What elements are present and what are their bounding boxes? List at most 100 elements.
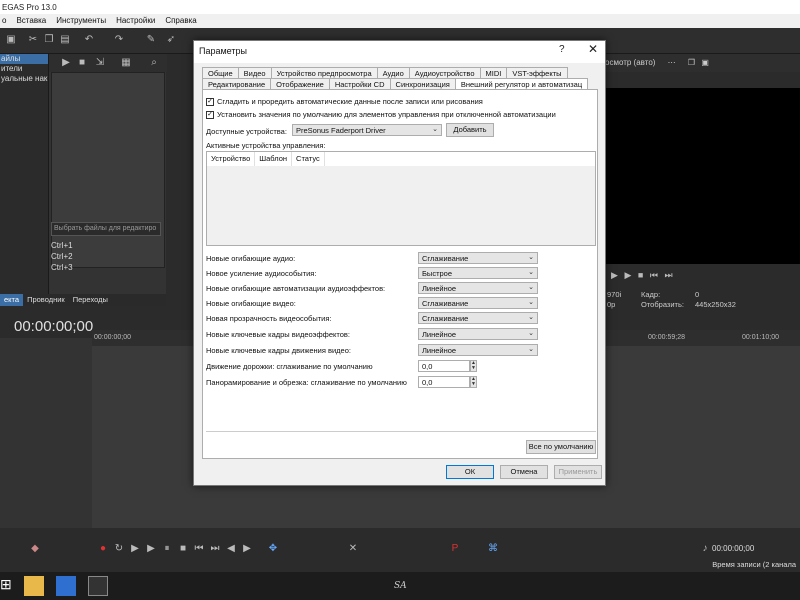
smooth-thin-checkbox[interactable]: ✓ Сгладить и проредить автоматические да… [206,97,483,106]
record-timecode: 00:00:00;00 [712,544,755,553]
menu-file[interactable]: о [2,16,6,28]
setting-select-video-envelopes[interactable]: Сглаживание ⌄ [418,297,538,309]
undo-icon[interactable]: ↶ [82,33,96,47]
track-headers [0,338,92,528]
spinner-arrows-icon[interactable]: ▲ ▼ [470,360,477,372]
delete-icon[interactable]: ✕ [346,542,360,556]
tab-project-media[interactable]: екта [0,294,24,306]
track-motion-smoothing-input[interactable]: 0,0 [418,360,470,372]
copy-icon[interactable]: ❐ [42,33,56,47]
explorer-panel: ▶ ■ ⇲ ▦ ⌕ Выбрать файлы для редактиро Ct… [48,54,167,294]
help-button[interactable]: ? [559,44,565,55]
column-template[interactable]: Шаблон [255,152,293,166]
explorer-list[interactable] [51,72,165,268]
menu-insert[interactable]: Вставка [16,16,46,28]
next-frame-icon[interactable]: ▶ [240,542,254,556]
spinner-arrows-icon[interactable]: ▲ ▼ [470,376,477,388]
vegas-app-icon[interactable] [88,576,108,596]
all-defaults-button[interactable]: Все по умолчанию [526,440,596,454]
go-start-icon[interactable]: ⏮ [192,542,206,556]
loop-icon[interactable]: ↻ [112,542,126,556]
preview-settings-icon[interactable]: ⋯ [668,58,676,67]
chevron-down-icon: ⌄ [528,299,534,306]
search-icon[interactable]: ⌕ [147,56,161,70]
setting-select-audio-fx-automation[interactable]: Линейное ⌄ [418,282,538,294]
play-start-icon[interactable]: ▶ [624,270,631,280]
menu-settings[interactable]: Настройки [116,16,155,28]
stop-icon[interactable]: ■ [75,56,89,70]
properties-icon[interactable]: ✎ [144,33,158,47]
start-icon[interactable]: ⊞ [0,576,20,596]
prev-frame-icon[interactable]: ◀ [224,542,238,556]
select-value: Сглаживание [422,299,469,308]
stop-icon[interactable]: ■ [638,270,643,280]
marker-icon[interactable]: P [448,542,462,556]
stop-icon[interactable]: ■ [176,542,190,556]
menu-tools[interactable]: Инструменты [56,16,106,28]
shortcut-item: Ctrl+3 [51,263,73,272]
snap-icon[interactable]: ⌘ [486,542,500,556]
save-app-icon[interactable] [56,576,76,596]
fade-icon[interactable]: ◆ [28,542,42,556]
setting-select-video-opacity[interactable]: Сглаживание ⌄ [418,312,538,324]
paste-icon[interactable]: ▤ [58,33,72,47]
go-end-icon[interactable]: ⏭ [208,542,222,556]
setting-select-audio-gain[interactable]: Быстрое ⌄ [418,267,538,279]
play-icon[interactable]: ▶ [59,56,73,70]
active-devices-label: Активные устройства управления: [206,141,326,150]
menu-help[interactable]: Справка [165,16,196,28]
checkbox-checked-icon[interactable]: ✓ [206,110,214,119]
set-default-values-checkbox[interactable]: ✓ Установить значения по умолчанию для э… [206,110,556,119]
left-item-2[interactable]: ители [0,64,48,74]
column-device[interactable]: Устройство [207,152,256,166]
record-icon[interactable]: ● [96,542,110,556]
available-devices-select[interactable]: PreSonus Faderport Driver ⌄ [292,124,442,136]
checkbox-checked-icon[interactable]: ✓ [206,97,214,106]
video-preview [605,88,800,264]
save-snapshot-icon[interactable]: ▣ [701,58,709,67]
ruler-tick: 00:00:00;00 [94,334,131,341]
status-bar: Время записи (2 канала [0,560,800,572]
add-button[interactable]: Добавить [446,123,494,137]
apply-button[interactable]: Применить [554,465,602,479]
close-icon[interactable]: ✕ [586,42,600,56]
play-icon[interactable]: ▶ [144,542,158,556]
pause-icon[interactable]: ⏸ [160,542,174,556]
redo-icon[interactable]: ↷ [112,33,126,47]
select-value: Линейное [422,346,457,355]
mic-icon[interactable]: ♪ [698,542,712,556]
pointer-icon[interactable]: ➶ [164,33,178,47]
view-icon[interactable]: ▦ [119,56,133,70]
setting-select-audio-envelopes[interactable]: Сглаживание ⌄ [418,252,538,264]
edit-tool-icon[interactable]: ✥ [266,542,280,556]
chevron-down-icon: ⌄ [528,254,534,261]
explorer-search-input[interactable]: Выбрать файлы для редактиро [51,222,161,236]
pan-crop-smoothing-input[interactable]: 0,0 [418,376,470,388]
ok-button[interactable]: ОК [446,465,494,479]
column-status[interactable]: Статус [292,152,325,166]
menu-bar: о Вставка Инструменты Настройки Справка [0,14,800,28]
active-devices-list[interactable]: Устройство Шаблон Статус [206,151,596,246]
play-start-icon[interactable]: ▶ [128,542,142,556]
tab-explorer[interactable]: Проводник [23,294,69,306]
explorer-toolbar: ▶ ■ ⇲ ▦ ⌕ [49,54,167,72]
prev-frame-icon[interactable]: ⏮ [650,270,658,280]
play-icon[interactable]: ▶ [611,270,618,280]
save-icon[interactable]: ▣ [4,33,18,47]
copy-snapshot-icon[interactable]: ❐ [688,58,695,67]
import-icon[interactable]: ⇲ [93,56,107,70]
chevron-down-icon: ⌄ [528,330,534,337]
display-value: 445x250x32 [695,300,736,309]
setting-select-video-motion-keyframes[interactable]: Линейное ⌄ [418,344,538,356]
left-item-5[interactable]: уальные нак [0,74,48,84]
left-item-files[interactable]: айлы [0,54,48,64]
cut-icon[interactable]: ✂ [26,33,40,47]
cancel-button[interactable]: Отмена [500,465,548,479]
setting-select-video-fx-keyframes[interactable]: Линейное ⌄ [418,328,538,340]
setting-label: Новые ключевые кадры движения видео: [206,346,351,355]
preview-mode[interactable]: осмотр (авто) [605,58,655,67]
shortcut-list: Ctrl+1 Ctrl+2 Ctrl+3 [51,240,73,273]
file-explorer-icon[interactable] [24,576,44,596]
tab-transitions[interactable]: Переходы [69,294,112,306]
next-frame-icon[interactable]: ⏭ [664,270,672,280]
